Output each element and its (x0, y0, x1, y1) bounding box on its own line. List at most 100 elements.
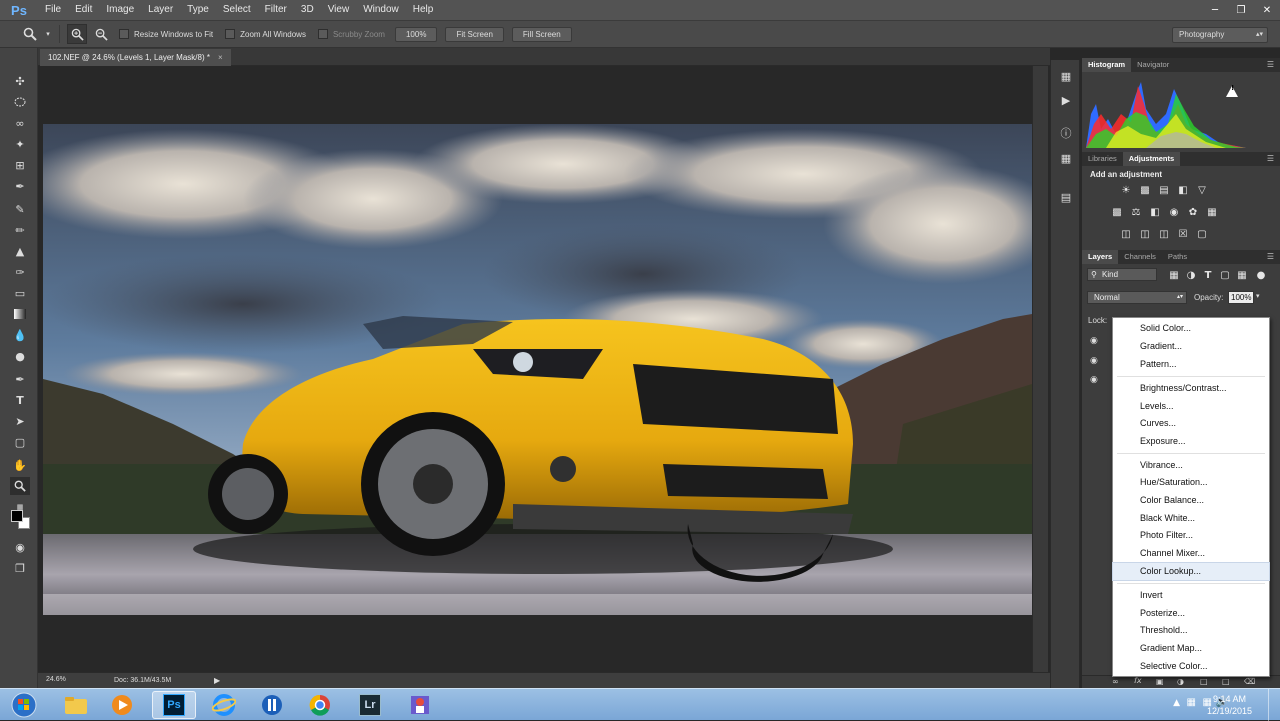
photoshop-logo[interactable]: Ps (0, 0, 38, 20)
menu-select[interactable]: Select (216, 0, 258, 20)
tab-adjustments[interactable]: Adjustments (1122, 152, 1181, 166)
zoom-all-checkbox[interactable]: Zoom All Windows (225, 29, 306, 39)
path-select-tool-icon[interactable]: ➤ (10, 412, 30, 430)
menu-item-gradient-map[interactable]: Gradient Map... (1113, 640, 1269, 657)
zoom-level[interactable]: 24.6% (46, 676, 66, 683)
menu-filter[interactable]: Filter (258, 0, 294, 20)
menu-item-hue-saturation[interactable]: Hue/Saturation... (1113, 474, 1269, 491)
menu-file[interactable]: File (38, 0, 68, 20)
selective-color-icon[interactable]: ▢ (1195, 228, 1209, 240)
scrubby-zoom-checkbox[interactable]: Scrubby Zoom (317, 29, 385, 39)
fx-icon[interactable]: fx (1134, 676, 1142, 685)
layer-kind-filter[interactable]: ⚲ Kind (1087, 268, 1157, 281)
menu-edit[interactable]: Edit (68, 0, 99, 20)
app-figure-icon[interactable] (398, 691, 442, 719)
history-brush-tool-icon[interactable]: ✑ (10, 263, 30, 281)
status-menu-arrow-icon[interactable]: ▶ (214, 676, 220, 685)
close-icon[interactable]: ✕ (1254, 0, 1280, 20)
tab-layers[interactable]: Layers (1082, 250, 1119, 264)
brightness-contrast-icon[interactable]: ☀ (1119, 184, 1133, 196)
fit-screen-button[interactable]: Fit Screen (445, 26, 504, 42)
menu-help[interactable]: Help (406, 0, 441, 20)
gradient-map-icon[interactable]: ☒ (1176, 228, 1190, 240)
smart-object-filter-icon[interactable]: ▦ (1235, 269, 1249, 281)
internet-explorer-icon[interactable] (202, 691, 246, 719)
zoom-in-icon[interactable] (67, 24, 87, 44)
menu-item-exposure[interactable]: Exposure... (1113, 433, 1269, 450)
menu-image[interactable]: Image (99, 0, 141, 20)
lightroom-icon[interactable]: Lr (348, 691, 392, 719)
filter-toggle-icon[interactable]: ● (1254, 269, 1268, 281)
blur-tool-icon[interactable]: 💧 (10, 326, 30, 344)
tab-libraries[interactable]: Libraries (1082, 152, 1123, 166)
move-tool-icon[interactable]: ✣ (10, 72, 30, 90)
panel-menu-icon[interactable]: ☰ (1267, 250, 1274, 264)
properties-icon[interactable]: ▦ (1058, 150, 1074, 166)
zoom-tool-icon[interactable] (10, 477, 30, 495)
eraser-tool-icon[interactable]: ▭ (10, 284, 30, 302)
zoom-tool-icon[interactable] (20, 24, 40, 44)
channel-mixer-icon[interactable]: ✿ (1186, 206, 1200, 218)
pixel-filter-icon[interactable]: ▦ (1167, 269, 1181, 281)
menu-item-vibrance[interactable]: Vibrance... (1113, 457, 1269, 474)
hand-tool-icon[interactable]: ✋ (10, 456, 30, 474)
fill-screen-button[interactable]: Fill Screen (511, 26, 572, 42)
network-icon[interactable]: ▦ (1187, 697, 1196, 708)
document-image[interactable] (43, 124, 1032, 615)
info-icon[interactable]: ⓘ (1058, 125, 1074, 141)
foreground-color-swatch[interactable] (11, 510, 23, 522)
color-balance-icon[interactable]: ⚖ (1129, 206, 1143, 218)
close-tab-icon[interactable]: × (218, 53, 223, 62)
menu-item-color-balance[interactable]: Color Balance... (1113, 492, 1269, 509)
menu-3d[interactable]: 3D (294, 0, 321, 20)
invert-icon[interactable]: ◫ (1119, 228, 1133, 240)
threshold-icon[interactable]: ◫ (1157, 228, 1171, 240)
vibrance-icon[interactable]: ▽ (1195, 184, 1209, 196)
delete-layer-icon[interactable]: ⌫ (1244, 677, 1255, 686)
menu-view[interactable]: View (321, 0, 357, 20)
app-blue-icon[interactable] (250, 691, 294, 719)
adjustment-filter-icon[interactable]: ◑ (1184, 269, 1198, 281)
restore-icon[interactable]: ❐ (1228, 0, 1254, 20)
tab-navigator[interactable]: Navigator (1131, 58, 1175, 72)
gradient-tool-icon[interactable] (10, 305, 30, 323)
histogram-warning-icon[interactable]: ! (1226, 82, 1238, 97)
menu-item-solid-color[interactable]: Solid Color... (1113, 320, 1269, 337)
document-tab[interactable]: 102.NEF @ 24.6% (Levels 1, Layer Mask/8)… (40, 49, 231, 66)
workspace-select[interactable]: Photography ▴▾ (1172, 27, 1268, 43)
menu-window[interactable]: Window (356, 0, 406, 20)
file-explorer-icon[interactable] (54, 691, 98, 719)
canvas-area[interactable] (38, 66, 1050, 672)
marquee-tool-icon[interactable] (10, 93, 30, 111)
start-button[interactable] (2, 691, 46, 719)
healing-brush-tool-icon[interactable]: ✎ (10, 200, 30, 218)
exposure-icon[interactable]: ◧ (1176, 184, 1190, 196)
screen-mode-icon[interactable]: ❐ (10, 559, 30, 577)
rectangle-tool-icon[interactable]: ▢ (10, 433, 30, 451)
new-layer-icon[interactable]: □ (1222, 677, 1230, 686)
menu-item-posterize[interactable]: Posterize... (1113, 605, 1269, 622)
color-lookup-icon[interactable]: ▦ (1205, 206, 1219, 218)
eyedropper-tool-icon[interactable]: ✒ (10, 177, 30, 195)
eye-visibility-icon[interactable]: ◉ (1090, 356, 1098, 366)
menu-item-invert[interactable]: Invert (1113, 587, 1269, 604)
actions-play-icon[interactable]: ▶ (1058, 92, 1074, 108)
quick-select-tool-icon[interactable]: ✦ (10, 135, 30, 153)
menu-item-gradient[interactable]: Gradient... (1113, 338, 1269, 355)
blend-mode-select[interactable]: Normal ▴▾ (1087, 291, 1187, 304)
clone-stamp-tool-icon[interactable]: ▲ (10, 242, 30, 260)
system-clock[interactable]: 9:14 AM 12/19/2015 (1207, 693, 1252, 717)
crop-tool-icon[interactable]: ⊞ (10, 156, 30, 174)
pen-tool-icon[interactable]: ✒ (10, 370, 30, 388)
menu-item-photo-filter[interactable]: Photo Filter... (1113, 527, 1269, 544)
panel-menu-icon[interactable]: ☰ (1267, 58, 1274, 72)
history-panel-icon[interactable]: ▦ (1058, 68, 1074, 84)
media-player-icon[interactable] (100, 691, 144, 719)
posterize-icon[interactable]: ◫ (1138, 228, 1152, 240)
shape-filter-icon[interactable]: ▢ (1218, 269, 1232, 281)
menu-item-color-lookup[interactable]: Color Lookup... (1112, 562, 1270, 581)
type-filter-icon[interactable]: T (1201, 269, 1215, 281)
tray-chevron-icon[interactable]: ▲ (1173, 698, 1180, 708)
menu-item-levels[interactable]: Levels... (1113, 398, 1269, 415)
menu-item-pattern[interactable]: Pattern... (1113, 356, 1269, 373)
